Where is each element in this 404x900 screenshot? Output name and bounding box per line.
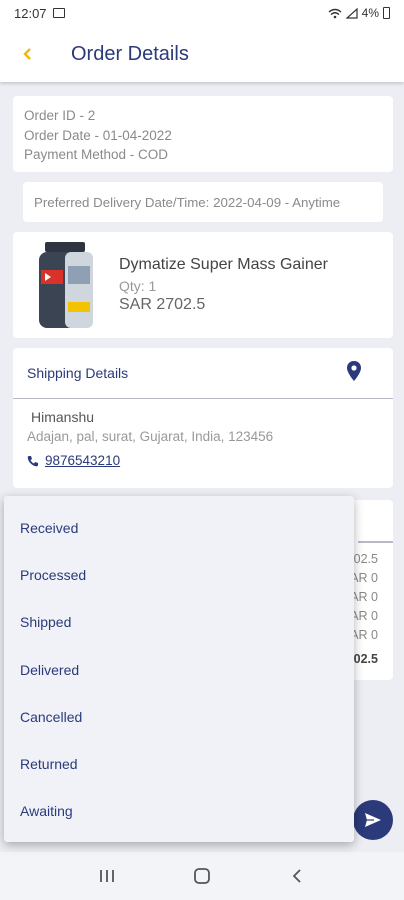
- product-price: SAR 2702.5: [119, 296, 206, 313]
- signal-icon: [345, 7, 358, 19]
- summary-divider: [358, 541, 393, 543]
- preferred-delivery: Preferred Delivery Date/Time: 2022-04-09…: [23, 182, 383, 222]
- phone-icon: [27, 455, 38, 466]
- status-option-delivered[interactable]: Delivered: [4, 646, 354, 693]
- summary-value: AR 0: [350, 609, 378, 623]
- payment-method: Payment Method - COD: [24, 147, 169, 162]
- status-option-returned[interactable]: Returned: [4, 740, 354, 787]
- wifi-icon: [328, 8, 342, 18]
- recents-button[interactable]: [87, 861, 127, 891]
- status-dropdown-menu: Received Processed Shipped Delivered Can…: [4, 496, 354, 842]
- summary-value: AR 0: [350, 628, 378, 642]
- back-arrow-icon: [292, 869, 301, 883]
- product-name: Dymatize Super Mass Gainer: [119, 256, 328, 273]
- home-icon: [194, 868, 210, 884]
- status-indicators: 4%: [328, 6, 390, 20]
- status-option-cancelled[interactable]: Cancelled: [4, 693, 354, 740]
- battery-percent: 4%: [361, 6, 379, 20]
- gallery-notification-icon: [52, 8, 65, 18]
- order-info-card: Order ID - 2 Order Date - 01-04-2022 Pay…: [13, 96, 393, 172]
- product-qty: Qty: 1: [119, 278, 157, 294]
- send-button[interactable]: [353, 800, 393, 840]
- phone-number: 9876543210: [45, 453, 121, 468]
- location-pin-icon[interactable]: [347, 360, 361, 386]
- shipping-header: Shipping Details: [13, 348, 393, 399]
- summary-total: 02.5: [353, 652, 378, 666]
- shipping-address: Adajan, pal, surat, Gujarat, India, 1234…: [27, 429, 274, 444]
- system-nav-bar: [0, 852, 404, 900]
- page-title: Order Details: [71, 42, 189, 65]
- status-option-awaiting[interactable]: Awaiting: [4, 788, 354, 835]
- home-button[interactable]: [182, 861, 222, 891]
- status-option-shipped[interactable]: Shipped: [4, 599, 354, 646]
- recents-icon: [100, 870, 115, 882]
- order-date: Order Date - 01-04-2022: [24, 127, 172, 143]
- nav-back-button[interactable]: [277, 861, 317, 891]
- shipping-title: Shipping Details: [27, 365, 129, 381]
- product-image: [35, 240, 105, 330]
- shipping-card: Shipping Details Himanshu Adajan, pal, s…: [13, 348, 393, 488]
- product-info: Dymatize Super Mass Gainer Qty: 1 SAR 27…: [119, 256, 328, 314]
- status-bar: 12:07 4%: [0, 0, 404, 26]
- summary-value: AR 0: [350, 590, 378, 604]
- order-id: Order ID - 2: [24, 108, 96, 123]
- summary-value: 02.5: [353, 552, 378, 566]
- status-option-processed[interactable]: Processed: [4, 551, 354, 598]
- app-bar: Order Details: [0, 26, 404, 82]
- shipping-body: Himanshu Adajan, pal, surat, Gujarat, In…: [13, 399, 393, 476]
- battery-icon: [383, 7, 390, 19]
- chevron-left-icon: [23, 48, 31, 60]
- summary-value: AR 0: [350, 571, 378, 585]
- send-icon: [365, 813, 381, 827]
- recipient-name: Himanshu: [31, 409, 95, 425]
- back-button[interactable]: [13, 40, 41, 68]
- phone-link[interactable]: 9876543210: [27, 453, 379, 468]
- status-time: 12:07: [14, 5, 47, 21]
- status-option-received[interactable]: Received: [4, 504, 354, 551]
- product-card[interactable]: Dymatize Super Mass Gainer Qty: 1 SAR 27…: [13, 232, 393, 338]
